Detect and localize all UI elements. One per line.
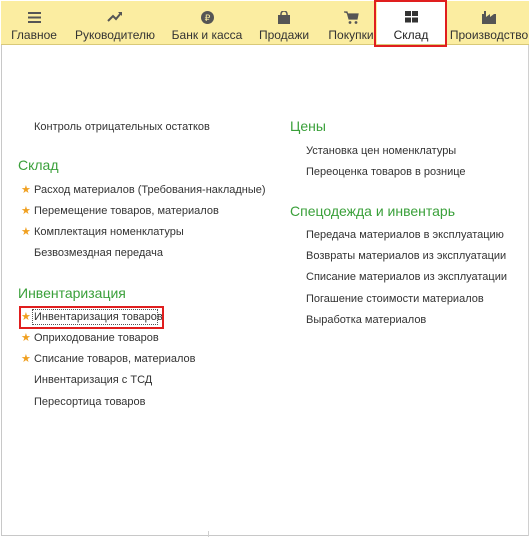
tab-label: Производство: [449, 28, 529, 42]
star-icon: ★: [21, 226, 31, 238]
link-transfer-to-operation[interactable]: Передача материалов в эксплуатацию: [306, 229, 504, 241]
link-set-prices[interactable]: Установка цен номенклатуры: [306, 145, 456, 157]
link-retail-revaluation[interactable]: Переоценка товаров в рознице: [306, 166, 466, 178]
panel-divider: [528, 45, 529, 536]
tab-bank[interactable]: ₽ Банк и касса: [167, 1, 247, 44]
coin-icon: ₽: [200, 10, 214, 24]
svg-text:₽: ₽: [204, 14, 210, 24]
group-heading-inventory: Инвентаризация: [18, 285, 126, 301]
link-inventory-tsd[interactable]: Инвентаризация с ТСД: [34, 374, 152, 386]
factory-icon: [482, 10, 496, 24]
tab-label: Склад: [393, 28, 429, 42]
link-returns-from-operation[interactable]: Возвраты материалов из эксплуатации: [306, 250, 506, 262]
window-frame: [1, 1, 529, 536]
menu-icon: [27, 10, 41, 24]
star-icon: ★: [21, 311, 31, 323]
link-goods-transfer[interactable]: Перемещение товаров, материалов: [34, 205, 219, 217]
trend-icon: [107, 10, 123, 24]
section-panel: Главное Руководителю ₽ Банк и касса Прод…: [1, 1, 529, 45]
star-icon: ★: [21, 184, 31, 196]
bag-icon: [278, 10, 290, 24]
link-kitting[interactable]: Комплектация номенклатуры: [34, 226, 184, 238]
star-icon: ★: [21, 205, 31, 217]
tab-label: Главное: [11, 28, 57, 42]
tab-purchases[interactable]: Покупки: [323, 1, 379, 44]
tab-main[interactable]: Главное: [5, 1, 63, 44]
group-heading-warehouse: Склад: [18, 157, 59, 173]
star-icon: ★: [21, 353, 31, 365]
group-heading-prices: Цены: [290, 118, 326, 134]
link-material-consumption[interactable]: Расход материалов (Требования-накладные): [34, 184, 266, 196]
tab-label: Продажи: [258, 28, 310, 42]
group-heading-workwear: Спецодежда и инвентарь: [290, 203, 456, 219]
tab-label: Покупки: [328, 28, 374, 42]
link-writeoff-from-operation[interactable]: Списание материалов из эксплуатации: [306, 271, 507, 283]
tab-label: Руководителю: [74, 28, 156, 42]
tab-label: Банк и касса: [171, 28, 243, 42]
link-negative-balance-control[interactable]: Контроль отрицательных остатков: [34, 121, 210, 133]
link-free-transfer[interactable]: Безвозмездная передача: [34, 247, 163, 259]
tab-production[interactable]: Производство: [449, 1, 529, 44]
tab-manager[interactable]: Руководителю: [71, 1, 159, 44]
warehouse-icon: [404, 10, 418, 24]
star-icon: ★: [21, 332, 31, 344]
link-cost-repayment[interactable]: Погашение стоимости материалов: [306, 293, 484, 305]
tab-sales[interactable]: Продажи: [255, 1, 313, 44]
divider-tick: [208, 531, 209, 537]
link-goods-receipt[interactable]: Оприходование товаров: [34, 332, 159, 344]
tab-warehouse[interactable]: Склад: [377, 1, 445, 44]
link-materials-output[interactable]: Выработка материалов: [306, 314, 426, 326]
link-regrading[interactable]: Пересортица товаров: [34, 396, 145, 408]
link-goods-inventory[interactable]: Инвентаризация товаров: [34, 311, 163, 323]
cart-icon: [343, 10, 359, 24]
link-goods-writeoff[interactable]: Списание товаров, материалов: [34, 353, 195, 365]
